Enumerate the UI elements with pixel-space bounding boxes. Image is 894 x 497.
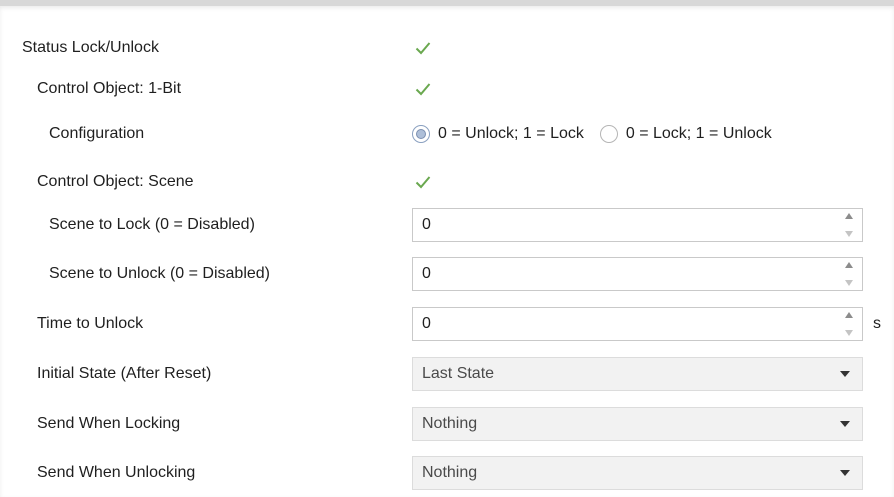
time-unlock-row: Time to Unlock 0 s — [0, 302, 894, 346]
checkmark-icon — [412, 37, 434, 59]
send-unlocking-label: Send When Unlocking — [37, 464, 196, 481]
checkmark-icon — [412, 78, 434, 100]
configuration-label: Configuration — [49, 125, 145, 142]
spinner-arrows-icon[interactable] — [844, 312, 854, 336]
status-lock-label: Status Lock/Unlock — [22, 39, 159, 56]
control-scene-label: Control Object: Scene — [37, 173, 194, 190]
parameter-panel: Status Lock/Unlock Control Object: 1-Bit… — [0, 0, 894, 497]
control-scene-checkbox[interactable] — [412, 171, 434, 193]
time-unlock-label: Time to Unlock — [37, 315, 144, 332]
send-unlocking-value: Nothing — [422, 464, 478, 481]
chevron-down-icon — [840, 470, 850, 476]
control-scene-row: Control Object: Scene — [0, 160, 894, 204]
chevron-down-icon — [840, 371, 850, 377]
time-unlock-spinbox[interactable]: 0 — [412, 307, 863, 341]
initial-state-row: Initial State (After Reset) Last State — [0, 352, 894, 396]
scene-unlock-control: 0 — [412, 257, 863, 291]
radio-option-lock-unlock[interactable]: 0 = Lock; 1 = Unlock — [599, 125, 772, 143]
send-locking-control: Nothing — [412, 407, 863, 441]
status-lock-row: Status Lock/Unlock — [0, 26, 894, 70]
scene-lock-label: Scene to Lock (0 = Disabled) — [49, 216, 255, 233]
initial-state-label: Initial State (After Reset) — [37, 365, 212, 382]
send-locking-label: Send When Locking — [37, 415, 181, 432]
control-1bit-label: Control Object: 1-Bit — [37, 80, 182, 97]
send-locking-dropdown[interactable]: Nothing — [412, 407, 863, 441]
initial-state-value: Last State — [422, 365, 495, 382]
radio-option-label: 0 = Lock; 1 = Unlock — [625, 125, 772, 142]
scene-lock-control: 0 — [412, 208, 863, 242]
radio-option-unlock-lock[interactable]: 0 = Unlock; 1 = Lock — [412, 125, 584, 143]
radio-button[interactable] — [599, 125, 618, 143]
initial-state-dropdown[interactable]: Last State — [412, 357, 863, 391]
send-unlocking-dropdown[interactable]: Nothing — [412, 456, 863, 490]
initial-state-control: Last State — [412, 357, 863, 391]
send-locking-row: Send When Locking Nothing — [0, 402, 894, 446]
time-unlock-control: 0 s — [412, 307, 881, 341]
control-1bit-checkbox[interactable] — [412, 78, 434, 100]
scene-lock-row: Scene to Lock (0 = Disabled) 0 — [0, 203, 894, 247]
scene-unlock-label: Scene to Unlock (0 = Disabled) — [49, 265, 270, 282]
scene-lock-value: 0 — [422, 216, 431, 233]
control-1bit-row: Control Object: 1-Bit — [0, 67, 894, 111]
scene-unlock-row: Scene to Unlock (0 = Disabled) 0 — [0, 252, 894, 296]
configuration-row: Configuration 0 = Unlock; 1 = Lock 0 = L… — [0, 112, 894, 156]
spinner-arrows-icon[interactable] — [844, 262, 854, 286]
time-unit-label: s — [873, 315, 881, 332]
send-unlocking-row: Send When Unlocking Nothing — [0, 451, 894, 495]
scene-lock-spinbox[interactable]: 0 — [412, 208, 863, 242]
radio-button-selected[interactable] — [412, 125, 430, 143]
checkmark-icon — [412, 171, 434, 193]
status-lock-checkbox[interactable] — [412, 37, 434, 59]
time-unlock-value: 0 — [422, 315, 431, 332]
scene-unlock-value: 0 — [422, 265, 431, 282]
radio-option-label: 0 = Unlock; 1 = Lock — [438, 125, 584, 142]
configuration-radio-group: 0 = Unlock; 1 = Lock 0 = Lock; 1 = Unloc… — [412, 125, 788, 143]
send-unlocking-control: Nothing — [412, 456, 863, 490]
chevron-down-icon — [840, 421, 850, 427]
scene-unlock-spinbox[interactable]: 0 — [412, 257, 863, 291]
spinner-arrows-icon[interactable] — [844, 213, 854, 237]
send-locking-value: Nothing — [422, 415, 478, 432]
